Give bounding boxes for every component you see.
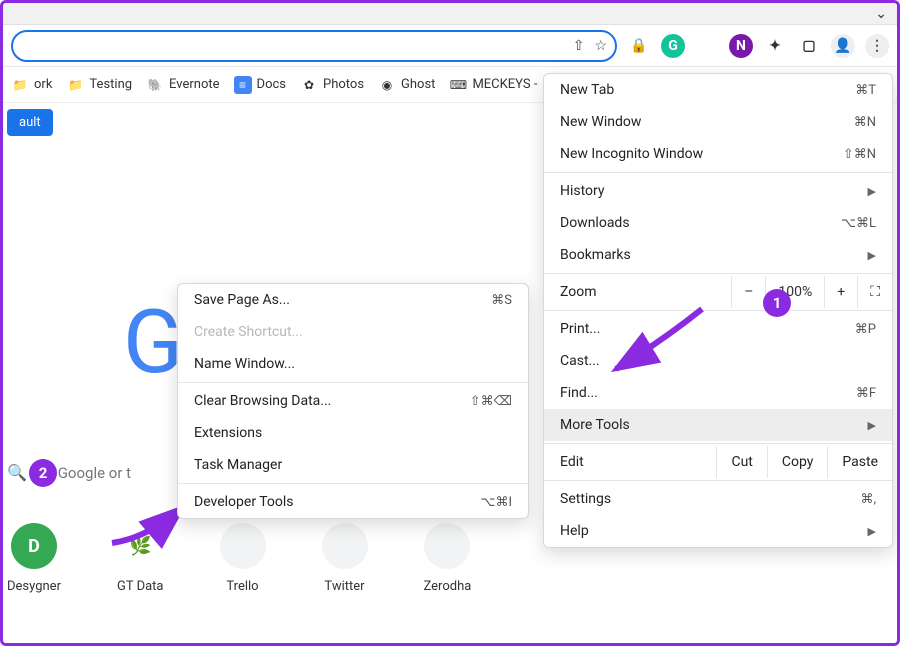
bookmark-evernote-icon: 🐘 bbox=[146, 76, 164, 94]
menu-name-window[interactable]: Name Window... bbox=[178, 348, 528, 380]
bookmark-label: Ghost bbox=[401, 77, 435, 92]
search-icon: 🔍 bbox=[7, 463, 27, 482]
zoom-out-button[interactable]: – bbox=[732, 276, 766, 308]
chevron-right-icon: ▶ bbox=[868, 249, 876, 262]
chevron-down-icon[interactable]: ⌄ bbox=[875, 6, 887, 22]
shortcut-twitter[interactable]: Twitter bbox=[322, 523, 368, 594]
edit-cut[interactable]: Cut bbox=[716, 446, 766, 478]
chevron-right-icon: ▶ bbox=[868, 525, 876, 538]
panel-icon[interactable]: ▢ bbox=[797, 34, 821, 58]
menu-downloads[interactable]: Downloads⌥⌘L bbox=[544, 207, 892, 239]
bookmark-meckeys[interactable]: ⌨ MECKEYS - bbox=[449, 76, 537, 94]
shortcut-label: Zerodha bbox=[424, 579, 472, 594]
menu-dots-icon[interactable]: ⋮ bbox=[865, 34, 889, 58]
shortcut-desygner-icon: D bbox=[11, 523, 57, 569]
shortcut-label: Desygner bbox=[7, 579, 61, 594]
menu-more-tools[interactable]: More Tools▶ bbox=[544, 409, 892, 441]
edit-paste[interactable]: Paste bbox=[827, 446, 892, 478]
star-icon[interactable]: ☆ bbox=[594, 38, 607, 54]
fullscreen-button[interactable]: ⛶ bbox=[858, 276, 892, 308]
bookmark-ghost-icon: ◉ bbox=[378, 76, 396, 94]
menu-zoom-row: Zoom – 100% + ⛶ bbox=[544, 276, 892, 308]
bookmark-ghost[interactable]: ◉ Ghost bbox=[378, 76, 435, 94]
bookmark-label: Testing bbox=[89, 77, 132, 92]
chrome-main-menu: New Tab⌘T New Window⌘N New Incognito Win… bbox=[543, 73, 893, 548]
shortcut-label: GT Data bbox=[117, 579, 164, 594]
search-box[interactable]: 🔍 rch Google or t bbox=[7, 463, 131, 482]
onenote-icon[interactable]: N bbox=[729, 34, 753, 58]
menu-cast[interactable]: Cast... bbox=[544, 345, 892, 377]
bookmark-docs-icon: ≡ bbox=[234, 76, 252, 94]
menu-clear-browsing-data[interactable]: Clear Browsing Data...⇧⌘⌫ bbox=[178, 385, 528, 417]
menu-new-incognito[interactable]: New Incognito Window⇧⌘N bbox=[544, 138, 892, 170]
menu-task-manager[interactable]: Task Manager bbox=[178, 449, 528, 481]
bookmark-label: Photos bbox=[323, 77, 364, 92]
menu-extensions[interactable]: Extensions bbox=[178, 417, 528, 449]
shortcut-gtdata[interactable]: 🌿 GT Data bbox=[117, 523, 164, 594]
menu-history[interactable]: History▶ bbox=[544, 175, 892, 207]
shortcut-zerodha-icon bbox=[424, 523, 470, 569]
default-browser-button[interactable]: ault bbox=[7, 109, 53, 136]
bookmark-testing[interactable]: 📁 Testing bbox=[66, 76, 132, 94]
shortcut-desygner[interactable]: D Desygner bbox=[7, 523, 61, 594]
bookmark-photos-icon: ✿ bbox=[300, 76, 318, 94]
menu-save-page-as[interactable]: Save Page As...⌘S bbox=[178, 284, 528, 316]
menu-help[interactable]: Help▶ bbox=[544, 515, 892, 547]
zoom-label: Zoom bbox=[544, 276, 731, 308]
bookmark-photos[interactable]: ✿ Photos bbox=[300, 76, 364, 94]
adblock-icon[interactable] bbox=[695, 34, 719, 58]
menu-bookmarks[interactable]: Bookmarks▶ bbox=[544, 239, 892, 271]
chevron-right-icon: ▶ bbox=[868, 419, 876, 432]
bookmark-work[interactable]: 📁 ork bbox=[11, 76, 52, 94]
bookmark-label: MECKEYS - bbox=[472, 77, 537, 92]
more-tools-submenu: Save Page As...⌘S Create Shortcut... Nam… bbox=[177, 283, 529, 519]
titlebar: ⌄ bbox=[3, 3, 897, 25]
bookmark-label: Docs bbox=[257, 77, 286, 92]
bookmark-work-icon: 📁 bbox=[11, 76, 29, 94]
edit-copy[interactable]: Copy bbox=[767, 446, 828, 478]
menu-create-shortcut: Create Shortcut... bbox=[178, 316, 528, 348]
bookmark-docs[interactable]: ≡ Docs bbox=[234, 76, 286, 94]
bookmark-label: Evernote bbox=[169, 77, 219, 92]
lastpass-icon[interactable]: 🔒 bbox=[627, 34, 651, 58]
menu-print[interactable]: Print...⌘P bbox=[544, 313, 892, 345]
grammarly-icon[interactable]: G bbox=[661, 34, 685, 58]
annotation-step-1: 1 bbox=[763, 289, 791, 317]
profile-avatar[interactable]: 👤 bbox=[831, 34, 855, 58]
bookmark-evernote[interactable]: 🐘 Evernote bbox=[146, 76, 219, 94]
menu-find[interactable]: Find...⌘F bbox=[544, 377, 892, 409]
bookmark-testing-icon: 📁 bbox=[66, 76, 84, 94]
shortcut-zerodha[interactable]: Zerodha bbox=[424, 523, 472, 594]
shortcut-label: Trello bbox=[226, 579, 258, 594]
annotation-step-2: 2 bbox=[29, 459, 57, 487]
menu-settings[interactable]: Settings⌘, bbox=[544, 483, 892, 515]
zoom-in-button[interactable]: + bbox=[825, 276, 858, 308]
menu-developer-tools[interactable]: Developer Tools⌥⌘I bbox=[178, 486, 528, 518]
omnibox[interactable]: ⇧ ☆ bbox=[11, 30, 617, 62]
menu-new-tab[interactable]: New Tab⌘T bbox=[544, 74, 892, 106]
address-bar: ⇧ ☆ 🔒 G N ✦ ▢ 👤 ⋮ bbox=[3, 25, 897, 67]
menu-new-window[interactable]: New Window⌘N bbox=[544, 106, 892, 138]
edit-label: Edit bbox=[544, 446, 716, 478]
bookmark-meckeys-icon: ⌨ bbox=[449, 76, 467, 94]
menu-edit-row: Edit Cut Copy Paste bbox=[544, 446, 892, 478]
share-icon[interactable]: ⇧ bbox=[573, 38, 585, 54]
shortcuts-row: D Desygner 🌿 GT Data Trello Twitter Zerodha bbox=[7, 523, 471, 594]
extensions-puzzle-icon[interactable]: ✦ bbox=[763, 34, 787, 58]
chevron-right-icon: ▶ bbox=[868, 185, 876, 198]
shortcut-twitter-icon bbox=[322, 523, 368, 569]
bookmark-label: ork bbox=[34, 77, 52, 92]
shortcut-trello[interactable]: Trello bbox=[220, 523, 266, 594]
shortcut-label: Twitter bbox=[324, 579, 364, 594]
shortcut-trello-icon bbox=[220, 523, 266, 569]
shortcut-gtdata-icon: 🌿 bbox=[117, 523, 163, 569]
